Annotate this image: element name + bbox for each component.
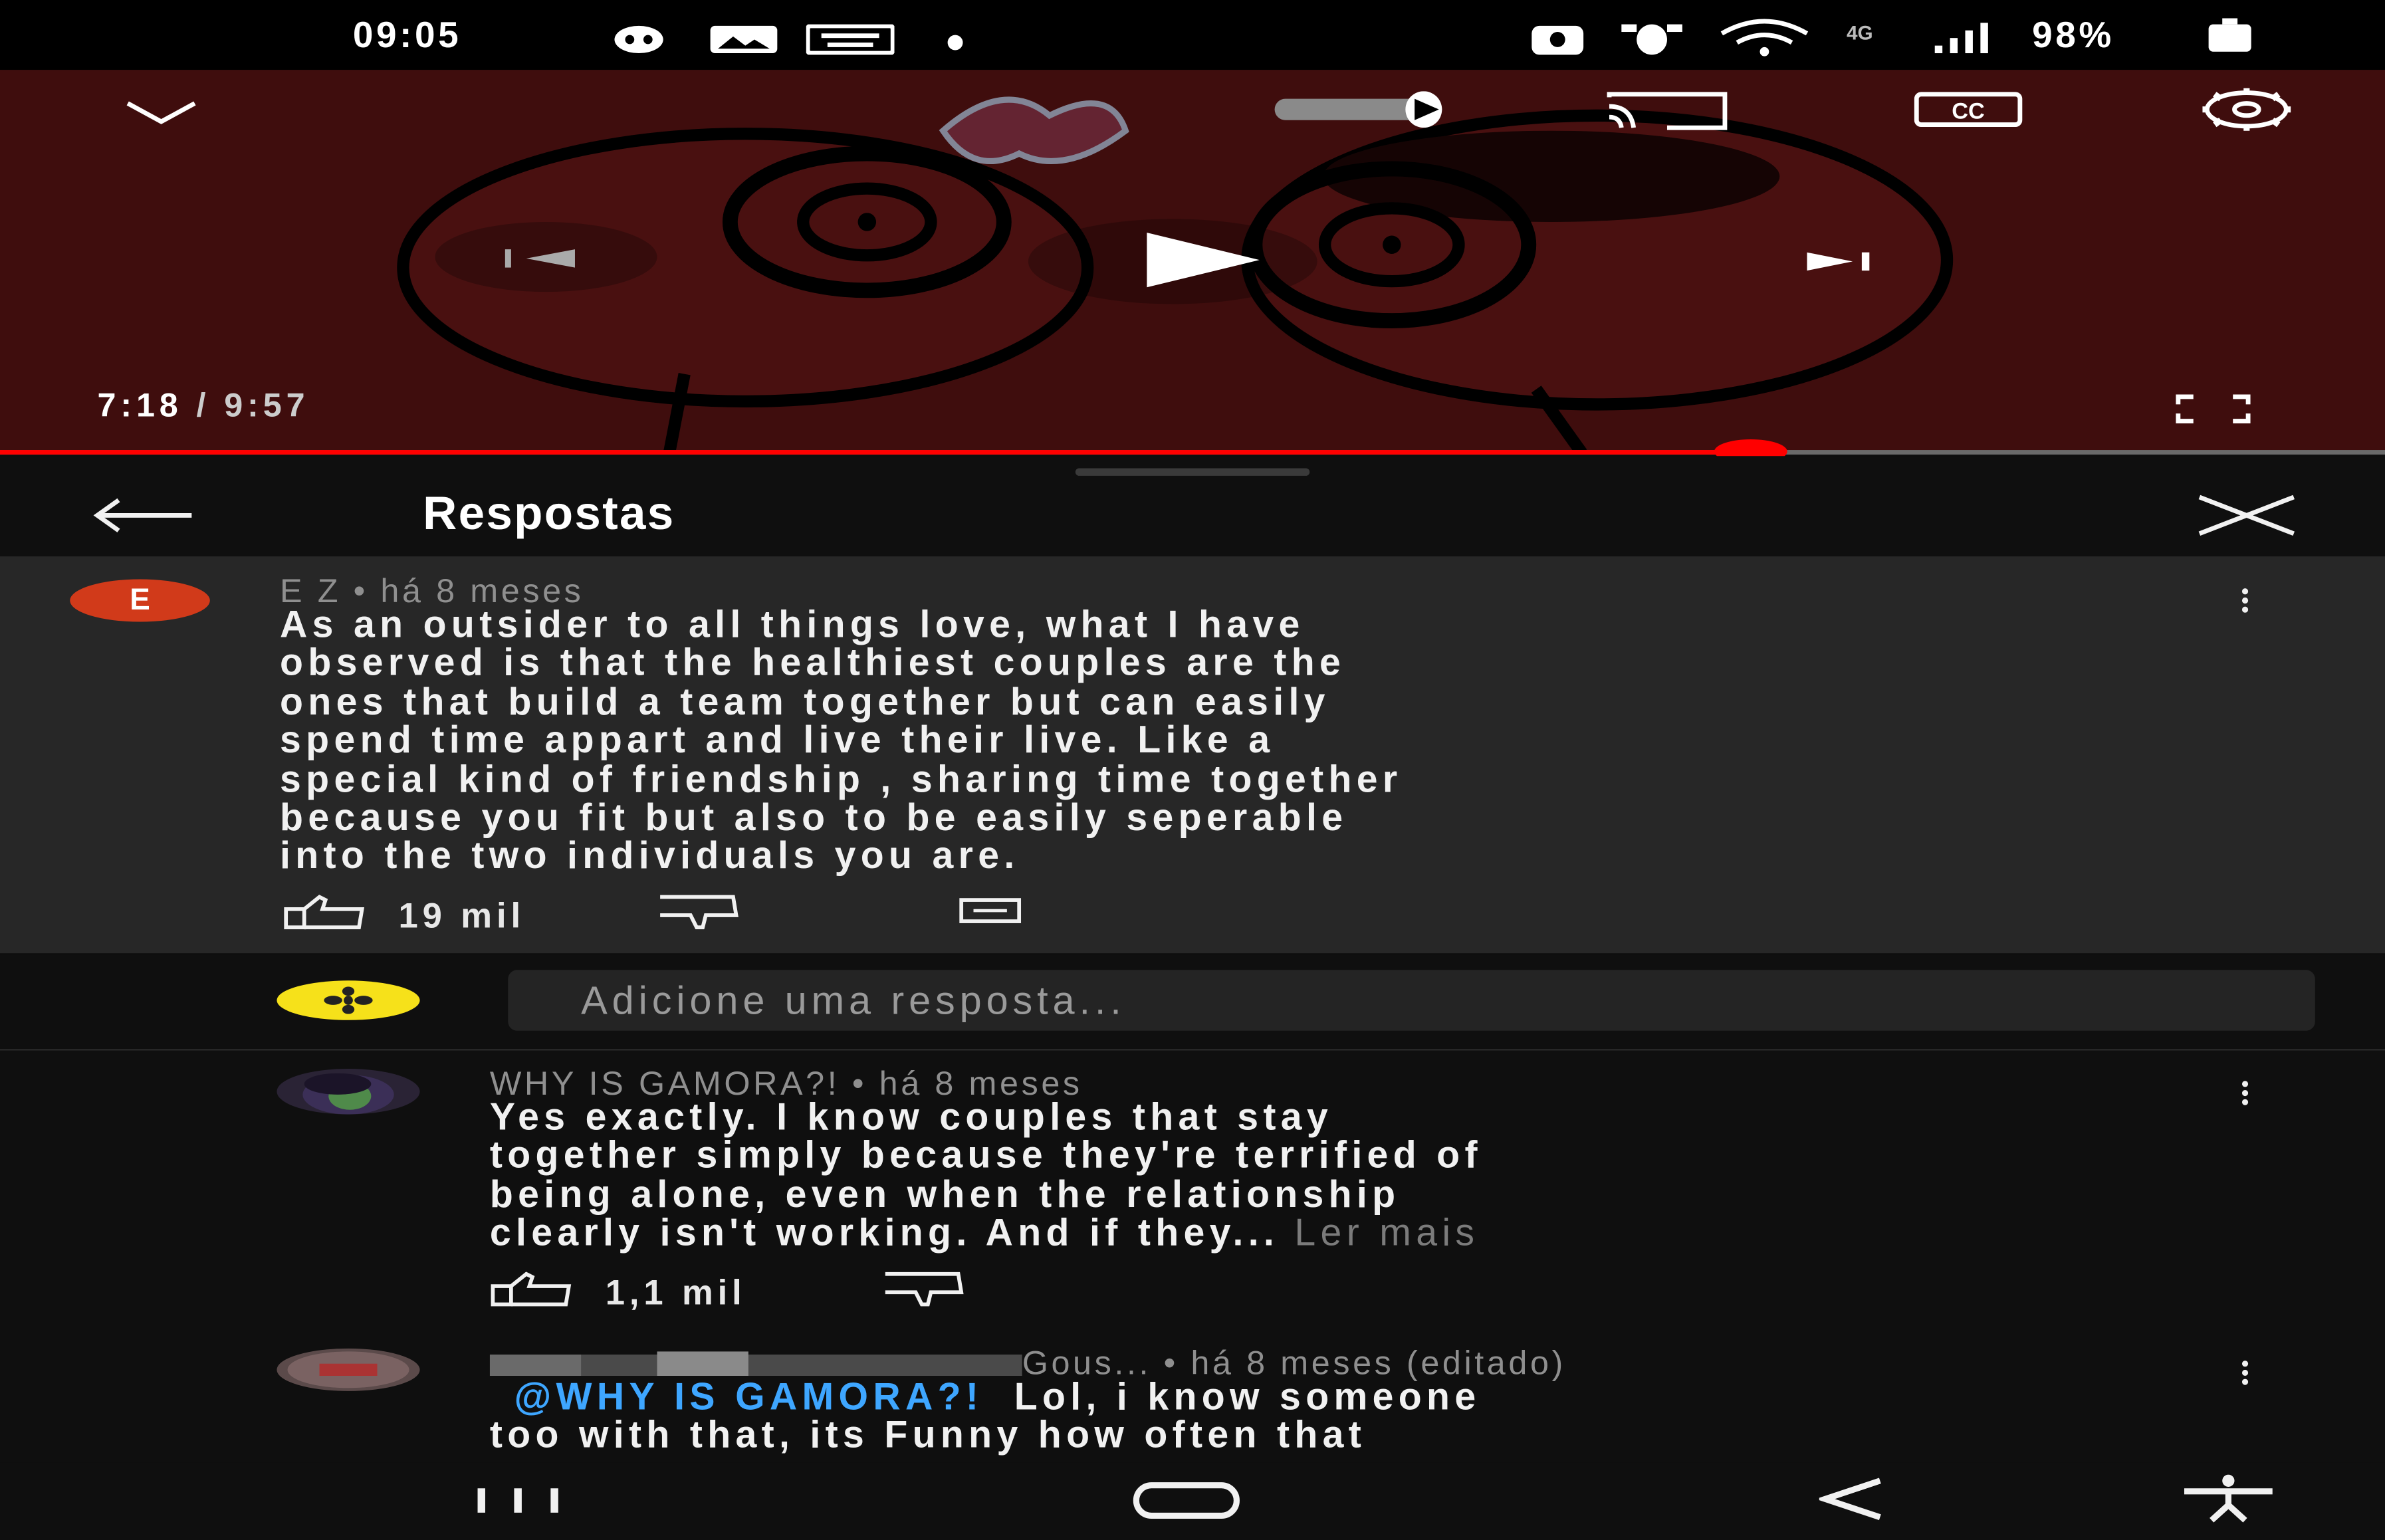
like-count: 19 mil bbox=[398, 895, 525, 935]
reply-icon[interactable] bbox=[959, 897, 1022, 928]
comment-body: As an outsider to all things love, what … bbox=[280, 604, 1403, 878]
reply-line-text: clearly isn't working. And if they... bbox=[489, 1212, 1280, 1255]
comment-line: into the two individuals you are. bbox=[280, 835, 1020, 878]
previous-icon bbox=[505, 249, 575, 268]
like-count: 1,1 mil bbox=[605, 1272, 746, 1312]
battery-icon bbox=[2208, 18, 2251, 52]
home-icon[interactable] bbox=[1131, 1481, 1241, 1520]
comment-line: observed is that the healthiest couples … bbox=[280, 642, 1346, 685]
cast-icon[interactable] bbox=[1606, 91, 1728, 130]
reply-line: @WHY IS GAMORA?! Lol, i know someone bbox=[490, 1376, 1481, 1419]
flower-icon bbox=[324, 986, 373, 1014]
autoplay-toggle-icon[interactable] bbox=[1272, 91, 1484, 128]
play-icon bbox=[1147, 232, 1260, 288]
reply-line-last: clearly isn't working. And if they... Le… bbox=[489, 1212, 1482, 1255]
back-icon[interactable] bbox=[1819, 1478, 1886, 1521]
video-player[interactable]: CC 7:18 / 9:57 bbox=[0, 70, 2385, 453]
status-bar: 09:05 4G 98% bbox=[0, 0, 2385, 70]
reply-input[interactable] bbox=[508, 970, 2315, 1031]
keyboard-icon bbox=[806, 24, 895, 55]
collapse-chevron-icon[interactable] bbox=[125, 97, 198, 128]
user-avatar[interactable] bbox=[277, 980, 420, 1020]
svg-text:CC: CC bbox=[1952, 98, 1985, 124]
comment-line: because you fit but also to be easily se… bbox=[280, 796, 1348, 839]
progress-fill bbox=[0, 450, 1751, 455]
reply-line: being alone, even when the relationship bbox=[489, 1173, 1401, 1216]
reply-body: Yes exactly. I know couples that stay to… bbox=[489, 1096, 1482, 1255]
reply-avatar-image bbox=[287, 1351, 409, 1388]
gallery-icon bbox=[710, 25, 778, 54]
read-more-link[interactable]: Ler mais bbox=[1294, 1212, 1479, 1254]
reply-line-text: Lol, i know someone bbox=[1014, 1376, 1481, 1419]
dot-icon bbox=[947, 35, 963, 51]
avatar[interactable]: E bbox=[70, 579, 210, 622]
settings-gear-icon[interactable] bbox=[2190, 85, 2303, 134]
close-icon[interactable] bbox=[2194, 493, 2300, 538]
comment-line: As an outsider to all things love, what … bbox=[280, 604, 1305, 647]
alarm-icon bbox=[1621, 24, 1682, 55]
status-time: 09:05 bbox=[352, 15, 462, 56]
next-icon[interactable] bbox=[1804, 247, 1880, 277]
reply-body: @WHY IS GAMORA?! Lol, i know someone too… bbox=[489, 1376, 1481, 1458]
notification-icon bbox=[614, 25, 663, 54]
sheet-title: Respostas bbox=[423, 486, 675, 540]
battery-percent: 98% bbox=[2032, 15, 2114, 56]
reply-avatar-image bbox=[302, 1073, 394, 1115]
play-button[interactable] bbox=[1028, 219, 1317, 304]
previous-button[interactable] bbox=[435, 221, 657, 292]
bluetooth-icon bbox=[1532, 25, 1584, 55]
comment-line: ones that build a team together but can … bbox=[280, 681, 1330, 724]
back-arrow-icon[interactable] bbox=[91, 496, 195, 535]
reply-line: together simply because they're terrifie… bbox=[489, 1135, 1482, 1178]
time-display: 7:18 / 9:57 bbox=[97, 386, 309, 425]
network-type: 4G bbox=[1846, 21, 1873, 45]
dislike-icon[interactable] bbox=[657, 894, 742, 931]
accessibility-icon[interactable] bbox=[2178, 1474, 2279, 1523]
captions-icon[interactable]: CC bbox=[1914, 91, 2023, 128]
recent-apps-icon[interactable] bbox=[471, 1484, 568, 1517]
screen: 09:05 4G 98% CC 7:18 / 9:57 Respostas E … bbox=[0, 0, 2385, 1540]
more-options-icon[interactable] bbox=[2241, 1081, 2251, 1108]
comment-line: special kind of friendship , sharing tim… bbox=[280, 758, 1403, 801]
drag-handle[interactable] bbox=[1075, 468, 1310, 476]
time-separator: / bbox=[182, 385, 225, 425]
signal-icon bbox=[1934, 23, 1988, 54]
mention-link[interactable]: @WHY IS GAMORA?! bbox=[514, 1376, 983, 1418]
reply-avatar[interactable] bbox=[277, 1348, 420, 1391]
fullscreen-icon[interactable] bbox=[2175, 393, 2251, 424]
comment-line: spend time appart and live their live. L… bbox=[280, 719, 1275, 762]
dislike-icon[interactable] bbox=[882, 1271, 967, 1307]
reply-avatar[interactable] bbox=[277, 1068, 420, 1115]
reply-line: too with that, its Funny how often that bbox=[489, 1414, 1367, 1458]
more-options-icon[interactable] bbox=[2241, 588, 2251, 615]
time-current: 7:18 bbox=[97, 385, 183, 425]
like-icon[interactable] bbox=[283, 894, 368, 931]
more-options-icon[interactable] bbox=[2241, 1361, 2251, 1388]
reply-line: Yes exactly. I know couples that stay bbox=[489, 1096, 1333, 1139]
time-total: 9:57 bbox=[224, 385, 310, 425]
wifi-icon bbox=[1720, 19, 1809, 56]
like-icon[interactable] bbox=[490, 1271, 575, 1307]
